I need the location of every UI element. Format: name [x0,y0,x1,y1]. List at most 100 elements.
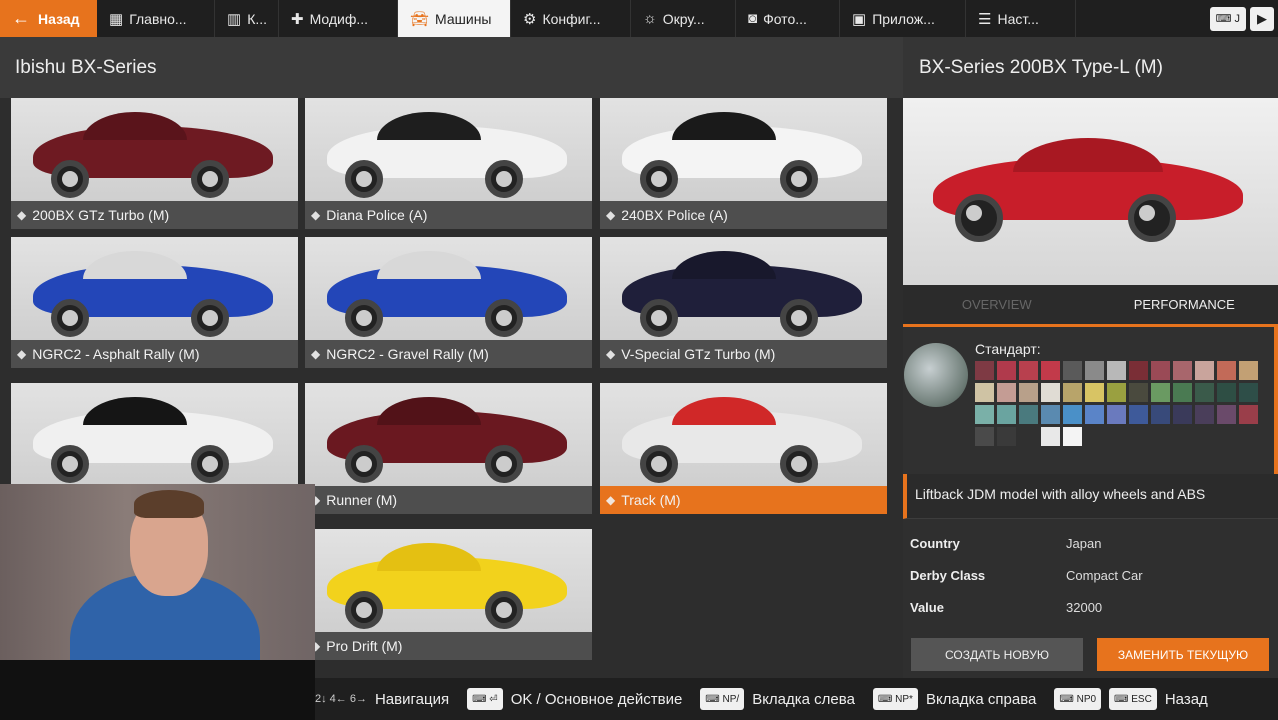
color-swatch[interactable] [1173,405,1192,424]
tab-vehicles[interactable]: 🚘︎ Машины [398,0,511,37]
tab-label: Прилож... [872,10,935,27]
card-runner[interactable]: ◆ Runner (M) [305,383,592,514]
hint-label: Навигация [374,690,450,708]
color-swatch[interactable] [1063,427,1082,446]
card-label: Pro Drift (M) [326,638,403,654]
color-swatches [975,361,1269,446]
color-swatch[interactable] [975,383,994,402]
card-ngrc2-asphalt-rally[interactable]: ◆ NGRC2 - Asphalt Rally (M) [11,237,298,368]
tab-environment[interactable]: ☼ Окру... [631,0,736,37]
hint-navigation: 2↓ 4← 6→ Навигация [315,691,449,708]
color-swatch[interactable] [1107,383,1126,402]
replace-current-button[interactable]: ЗАМЕНИТЬ ТЕКУЩУЮ [1097,638,1269,671]
color-swatch[interactable] [1129,361,1148,380]
config-icon: ◆ [311,347,321,361]
color-swatch[interactable] [1085,383,1104,402]
color-swatch[interactable] [1041,405,1060,424]
config-thumbnail[interactable] [904,343,968,407]
color-swatch[interactable] [1239,405,1258,424]
card-pro-drift[interactable]: ◆ Pro Drift (M) [305,529,592,660]
color-swatch[interactable] [975,405,994,424]
color-swatch[interactable] [1107,405,1126,424]
create-new-button[interactable]: СОЗДАТЬ НОВУЮ [911,638,1083,671]
tab-mods[interactable]: ✚ Модиф... [279,0,398,37]
color-swatch[interactable] [1151,405,1170,424]
color-swatch[interactable] [975,361,994,380]
color-swatch[interactable] [1063,361,1082,380]
card-label: Track (M) [621,492,681,508]
color-swatch[interactable] [1129,405,1148,424]
color-swatch[interactable] [1063,405,1082,424]
keyboard-icon: ⌨ [1059,693,1074,705]
sliders-icon: ☰ [978,10,992,28]
color-swatch[interactable] [1195,405,1214,424]
color-swatch[interactable] [1041,383,1060,402]
card-v-special-gtz-turbo[interactable]: ◆ V-Special GTz Turbo (M) [600,237,887,368]
color-swatch[interactable] [1239,361,1258,380]
car-thumbnail [305,383,592,486]
color-swatch[interactable] [1085,361,1104,380]
spec-row-value: Value 32000 [910,591,1271,623]
keyboard-key-label: J [1234,12,1241,25]
color-swatch[interactable] [997,405,1016,424]
card-240bx-police[interactable]: ◆ 240BX Police (A) [600,98,887,229]
tab-overview[interactable]: OVERVIEW [903,285,1091,324]
color-swatch[interactable] [1173,383,1192,402]
color-swatch[interactable] [1019,361,1038,380]
color-swatch[interactable] [1195,361,1214,380]
color-swatch[interactable] [1019,383,1038,402]
play-button[interactable]: ▶ [1250,6,1274,31]
tab-config[interactable]: ⚙ Конфиг... [511,0,631,37]
card-diana-police[interactable]: ◆ Diana Police (A) [305,98,592,229]
car-thumbnail [600,98,887,201]
webcam-overlay [0,484,315,720]
spec-row-country: Country Japan [910,527,1271,559]
back-button[interactable]: ← Назад [0,0,97,37]
config-icon: ◆ [606,347,616,361]
color-swatch[interactable] [1129,383,1148,402]
config-icon: ◆ [17,347,27,361]
card-200bx-gtz-turbo[interactable]: ◆ 200BX GTz Turbo (M) [11,98,298,229]
color-swatch[interactable] [997,361,1016,380]
color-swatch[interactable] [1019,405,1038,424]
tab-performance[interactable]: PERFORMANCE [1091,285,1278,324]
color-swatch[interactable] [1151,383,1170,402]
color-swatch[interactable] [975,427,994,446]
tab-apps[interactable]: ▣ Прилож... [840,0,966,37]
color-swatch[interactable] [1217,361,1236,380]
config-icon: ◆ [606,208,616,222]
color-swatch[interactable] [1107,361,1126,380]
puzzle-icon: ✚ [291,10,304,28]
car-icon: 🚘︎ [410,10,430,28]
engine-icon: ⚙ [523,10,537,28]
hint-key: ⌨ ⏎ [467,688,503,710]
color-swatch[interactable] [997,383,1016,402]
color-swatch[interactable] [997,427,1016,446]
top-nav-bar: ← Назад ▦ Главно... ▥ К... ✚ Модиф... 🚘︎… [0,0,1278,37]
tab-photo[interactable]: ◙ Фото... [736,0,840,37]
spec-value: Compact Car [1066,567,1143,583]
color-swatch[interactable] [1041,427,1060,446]
color-swatch[interactable] [1217,405,1236,424]
color-swatch[interactable] [1151,361,1170,380]
tab-main[interactable]: ▦ Главно... [97,0,215,37]
color-swatch[interactable] [1195,383,1214,402]
keyboard-button[interactable]: ⌨ J [1209,6,1246,31]
color-swatch[interactable] [1041,361,1060,380]
car-thumbnail [600,237,887,340]
model-title: Ibishu BX-Series [0,37,903,98]
play-icon: ▶ [1257,10,1267,26]
spec-key: Country [910,535,960,551]
color-swatch[interactable] [1239,383,1258,402]
tab-label: Наст... [997,10,1039,27]
color-swatch[interactable] [1085,405,1104,424]
card-track[interactable]: ◆ Track (M) [600,383,887,514]
color-swatch[interactable] [1063,383,1082,402]
color-swatch[interactable] [1019,427,1038,446]
color-swatch[interactable] [1217,383,1236,402]
color-swatch[interactable] [1173,361,1192,380]
hint-key-text: NP0 [1076,693,1097,705]
card-ngrc2-gravel-rally[interactable]: ◆ NGRC2 - Gravel Rally (M) [305,237,592,368]
tab-settings[interactable]: ☰ Наст... [966,0,1076,37]
tab-map[interactable]: ▥ К... [215,0,279,37]
